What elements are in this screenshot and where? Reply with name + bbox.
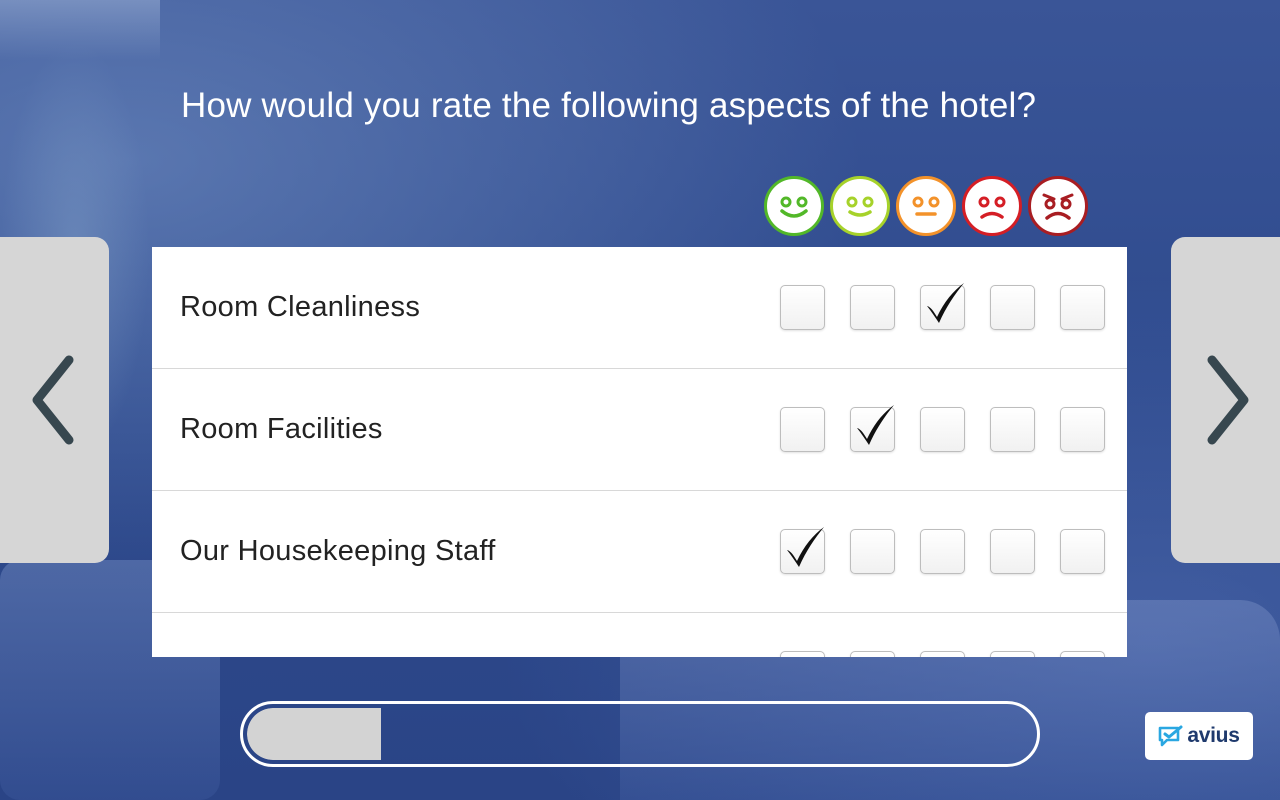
rating-options <box>780 651 1105 657</box>
rating-row-label: Our Housekeeping Staff <box>180 535 496 567</box>
checkmark-icon <box>927 283 964 323</box>
rating-row: Room Cleanliness <box>152 247 1127 369</box>
rating-checkbox[interactable] <box>780 407 825 452</box>
progress-bar <box>240 701 1040 767</box>
angry-face-icon <box>1028 176 1088 236</box>
neutral-face-icon <box>896 176 956 236</box>
very-happy-face-icon <box>764 176 824 236</box>
rating-checkbox[interactable] <box>850 405 895 452</box>
checkmark-icon <box>857 405 894 445</box>
rating-rows: Room Cleanliness Room Facilities Our House… <box>152 247 1127 657</box>
chevron-right-icon <box>1207 355 1248 445</box>
chat-bubble-check-icon <box>1159 725 1183 747</box>
rating-checkbox[interactable] <box>850 529 895 574</box>
rating-checkbox[interactable] <box>990 529 1035 574</box>
rating-checkbox[interactable] <box>1060 285 1105 330</box>
rating-checkbox[interactable] <box>1060 651 1105 657</box>
chevron-left-icon <box>32 355 73 445</box>
next-button[interactable] <box>1171 237 1280 563</box>
survey-screen: How would you rate the following aspects… <box>0 0 1280 800</box>
rating-table: Room Cleanliness Room Facilities Our House… <box>152 247 1127 657</box>
rating-checkbox[interactable] <box>850 285 895 330</box>
background-lamp <box>0 0 160 60</box>
rating-scale-header <box>764 176 1088 236</box>
happy-face-icon <box>830 176 890 236</box>
rating-checkbox[interactable] <box>920 529 965 574</box>
rating-checkbox[interactable] <box>920 407 965 452</box>
previous-button[interactable] <box>0 237 109 563</box>
rating-checkbox[interactable] <box>780 651 825 657</box>
checkmark-icon <box>787 527 824 567</box>
question-title: How would you rate the following aspects… <box>181 86 1037 125</box>
rating-checkbox[interactable] <box>1060 529 1105 574</box>
rating-checkbox[interactable] <box>920 283 965 330</box>
progress-track <box>247 708 1033 760</box>
rating-row: Speed of Check-in <box>152 613 1127 657</box>
avius-logo: avius <box>1145 712 1253 760</box>
rating-checkbox[interactable] <box>780 285 825 330</box>
rating-row: Our Housekeeping Staff <box>152 491 1127 613</box>
rating-checkbox[interactable] <box>990 407 1035 452</box>
rating-checkbox[interactable] <box>780 527 825 574</box>
rating-checkbox[interactable] <box>990 285 1035 330</box>
rating-options <box>780 405 1105 452</box>
rating-row-label: Room Cleanliness <box>180 291 421 323</box>
rating-checkbox[interactable] <box>990 651 1035 657</box>
rating-row: Room Facilities <box>152 369 1127 491</box>
rating-checkbox[interactable] <box>920 651 965 657</box>
rating-options <box>780 283 1105 330</box>
brand-name: avius <box>1187 724 1240 747</box>
progress-fill <box>247 708 381 760</box>
rating-checkbox[interactable] <box>1060 407 1105 452</box>
rating-checkbox[interactable] <box>850 651 895 657</box>
rating-options <box>780 527 1105 574</box>
rating-row-label: Room Facilities <box>180 413 383 445</box>
sad-face-icon <box>962 176 1022 236</box>
